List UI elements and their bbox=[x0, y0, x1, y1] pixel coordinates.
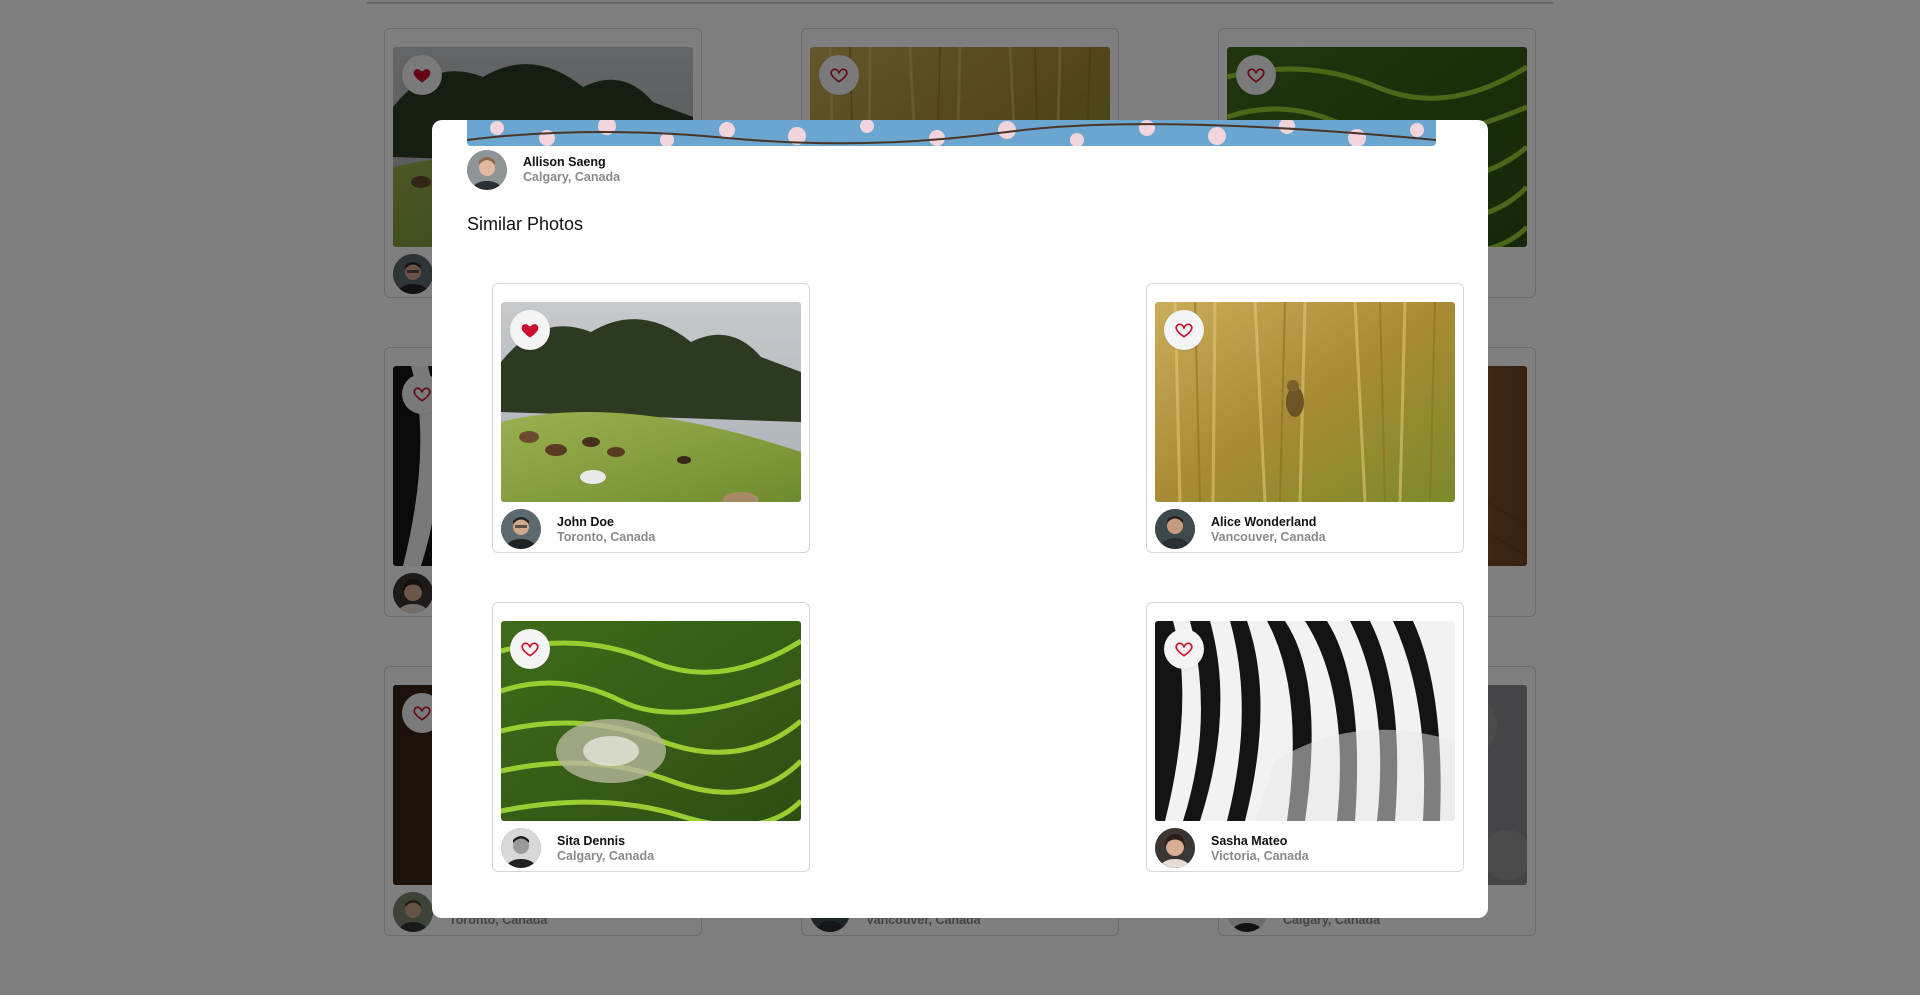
author-location: Toronto, Canada bbox=[557, 530, 656, 544]
favorite-button[interactable] bbox=[1164, 310, 1204, 350]
avatar bbox=[1155, 828, 1195, 868]
avatar bbox=[501, 509, 541, 549]
similar-photo-card[interactable]: Sasha Mateo Victoria, Canada bbox=[1146, 602, 1464, 872]
author-name: Alice Wonderland bbox=[1211, 515, 1317, 529]
similar-photo-card[interactable]: John Doe Toronto, Canada bbox=[492, 283, 810, 553]
author-location: Calgary, Canada bbox=[523, 170, 621, 184]
avatar bbox=[501, 828, 541, 868]
favorite-button[interactable] bbox=[510, 310, 550, 350]
author-name: Sita Dennis bbox=[557, 834, 626, 848]
favorite-button[interactable] bbox=[510, 629, 550, 669]
modal-photo-cherry-blossom bbox=[467, 120, 1436, 146]
avatar bbox=[1155, 509, 1195, 549]
similar-photos-heading: Similar Photos bbox=[467, 214, 584, 234]
heart-filled-icon bbox=[520, 320, 540, 340]
author-location: Vancouver, Canada bbox=[1211, 530, 1326, 544]
photo-modal: Allison Saeng Calgary, Canada Similar Ph… bbox=[432, 120, 1488, 918]
favorite-button[interactable] bbox=[1164, 629, 1204, 669]
avatar bbox=[467, 150, 507, 190]
author-location: Victoria, Canada bbox=[1211, 849, 1309, 863]
author-name: Allison Saeng bbox=[523, 155, 606, 169]
author-location: Calgary, Canada bbox=[557, 849, 655, 863]
author-name: Sasha Mateo bbox=[1211, 834, 1288, 848]
heart-outline-icon bbox=[520, 639, 540, 659]
similar-photo-card[interactable]: Sita Dennis Calgary, Canada bbox=[492, 602, 810, 872]
author-name: John Doe bbox=[557, 515, 614, 529]
heart-outline-icon bbox=[1174, 639, 1194, 659]
similar-photo-card[interactable]: Alice Wonderland Vancouver, Canada bbox=[1146, 283, 1464, 553]
heart-outline-icon bbox=[1174, 320, 1194, 340]
modal-author: Allison Saeng Calgary, Canada bbox=[467, 150, 867, 190]
